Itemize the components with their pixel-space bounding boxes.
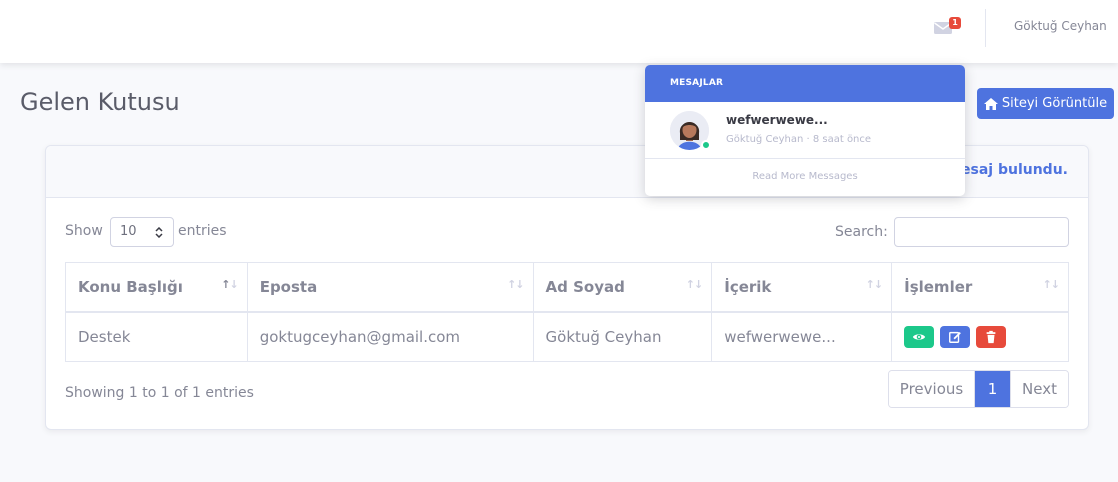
cell-content: wefwerwewe... (711, 311, 893, 362)
column-header-name[interactable]: Ad Soyad ↑↓ (532, 262, 713, 313)
sort-icon: ↑↓ (685, 278, 703, 291)
cell-email: goktugceyhan@gmail.com (246, 311, 534, 362)
sort-icon: ↑↓ (1042, 278, 1060, 291)
table-row: Destek goktugceyhan@gmail.com Göktuğ Cey… (65, 311, 1069, 362)
home-icon (983, 97, 998, 110)
column-label: Eposta (259, 277, 318, 296)
message-count-badge: 1 (949, 17, 961, 29)
cell-actions (891, 311, 1069, 362)
entries-label: entries (178, 223, 227, 239)
entries-length-value: 10 (120, 224, 137, 239)
show-label: Show (65, 223, 103, 239)
edit-button[interactable] (940, 325, 971, 348)
trash-icon (986, 330, 996, 343)
message-subject: wefwerwewe... (726, 113, 828, 127)
read-more-messages-link[interactable]: Read More Messages (645, 159, 965, 195)
sort-icon: ↑↓ (507, 278, 524, 291)
view-site-button[interactable]: Siteyi Görüntüle (977, 88, 1114, 119)
messages-dropdown: MESAJLAR wefwerwewe... Göktuğ Ceyhan · 8… (645, 65, 965, 196)
pagination-previous[interactable]: Previous (889, 371, 975, 407)
column-label: Konu Başlığı (78, 277, 183, 296)
column-label: Ad Soyad (545, 277, 625, 296)
column-header-email[interactable]: Eposta ↑↓ (246, 262, 534, 313)
online-status-indicator (701, 140, 711, 150)
message-item[interactable]: wefwerwewe... Göktuğ Ceyhan · 8 saat önc… (645, 102, 965, 159)
table-info: Showing 1 to 1 of 1 entries (65, 385, 254, 401)
column-header-content[interactable]: İçerik ↑↓ (711, 262, 893, 313)
pagination-next[interactable]: Next (1010, 371, 1068, 407)
view-button[interactable] (904, 325, 935, 348)
search-label: Search: (835, 224, 888, 240)
row-actions (904, 325, 1056, 348)
page-title: Gelen Kutusu (20, 88, 180, 116)
cell-name: Göktuğ Ceyhan (532, 311, 713, 362)
select-caret-icon (155, 227, 163, 238)
delete-button[interactable] (976, 325, 1007, 348)
user-menu-name[interactable]: Göktuğ Ceyhan (1014, 19, 1107, 33)
sort-icon: ↑↓ (865, 278, 883, 291)
column-header-subject[interactable]: Konu Başlığı ↑↓ (65, 262, 248, 313)
message-meta: Göktuğ Ceyhan · 8 saat önce (726, 134, 872, 145)
view-site-label: Siteyi Görüntüle (1001, 96, 1108, 111)
column-header-actions[interactable]: İşlemler ↑↓ (891, 262, 1069, 313)
column-label: İşlemler (904, 277, 973, 296)
edit-icon (949, 331, 961, 343)
pagination-page-1[interactable]: 1 (975, 371, 1010, 407)
sort-icon: ↑↓ (221, 278, 238, 291)
topbar: 1 Göktuğ Ceyhan (0, 0, 1118, 63)
column-label: İçerik (724, 277, 772, 296)
dropdown-header: MESAJLAR (645, 65, 965, 102)
cell-subject: Destek (65, 311, 248, 362)
topbar-divider (985, 9, 986, 47)
pagination: Previous 1 Next (888, 370, 1069, 408)
entries-length-select[interactable]: 10 (110, 217, 174, 247)
search-input[interactable] (894, 217, 1069, 247)
eye-icon (912, 334, 926, 340)
table-header-row: Konu Başlığı ↑↓ Eposta ↑↓ Ad Soyad ↑↓ İç… (65, 262, 1069, 313)
messages-table: Konu Başlığı ↑↓ Eposta ↑↓ Ad Soyad ↑↓ İç… (65, 262, 1069, 362)
